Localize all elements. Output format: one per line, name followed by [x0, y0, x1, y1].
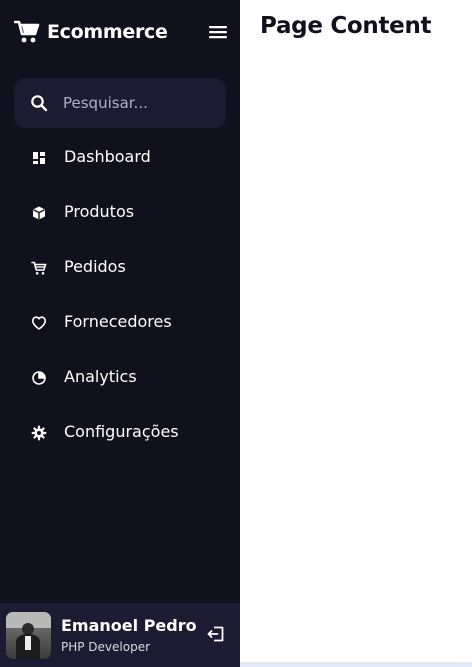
avatar-photo	[6, 612, 51, 659]
avatar	[6, 612, 51, 659]
sidebar-item-fornecedores[interactable]: Fornecedores	[0, 295, 240, 350]
sidebar-item-configuracoes[interactable]: Configurações	[0, 405, 240, 460]
profile-section: Emanoel Pedro PHP Developer	[0, 603, 240, 667]
dashboard-icon	[33, 152, 45, 164]
page-title: Page Content	[260, 13, 432, 39]
gear-icon	[31, 425, 47, 441]
sidebar-item-analytics[interactable]: Analytics	[0, 350, 240, 405]
sidebar-item-label: Dashboard	[64, 147, 151, 166]
main-content: Page Content	[240, 0, 472, 667]
sidebar-nav: Dashboard Produtos Pedidos Fornecedores	[0, 130, 240, 460]
hamburger-menu-icon[interactable]	[208, 23, 228, 41]
search-icon[interactable]	[30, 94, 48, 112]
heart-icon	[31, 316, 46, 330]
search-input[interactable]	[63, 90, 213, 116]
logout-icon[interactable]	[207, 625, 225, 643]
sidebar-item-dashboard[interactable]: Dashboard	[0, 130, 240, 185]
box-icon	[33, 206, 45, 220]
sidebar: Ecommerce Dashboard	[0, 0, 240, 667]
brand-name: Ecommerce	[47, 21, 168, 43]
sidebar-item-label: Pedidos	[64, 257, 126, 276]
sidebar-item-produtos[interactable]: Produtos	[0, 185, 240, 240]
sidebar-item-pedidos[interactable]: Pedidos	[0, 240, 240, 295]
sidebar-item-label: Produtos	[64, 202, 135, 221]
sidebar-item-label: Analytics	[64, 367, 137, 386]
cart-icon	[14, 20, 40, 43]
bottom-divider	[240, 662, 472, 667]
sidebar-item-label: Fornecedores	[64, 312, 172, 331]
search-box[interactable]	[14, 78, 226, 128]
profile-name: Emanoel Pedro	[61, 616, 197, 635]
logo-row: Ecommerce	[14, 18, 228, 48]
pie-chart-icon	[32, 371, 46, 385]
profile-role: PHP Developer	[61, 640, 151, 654]
cart-icon	[31, 261, 47, 275]
sidebar-item-label: Configurações	[64, 422, 179, 441]
